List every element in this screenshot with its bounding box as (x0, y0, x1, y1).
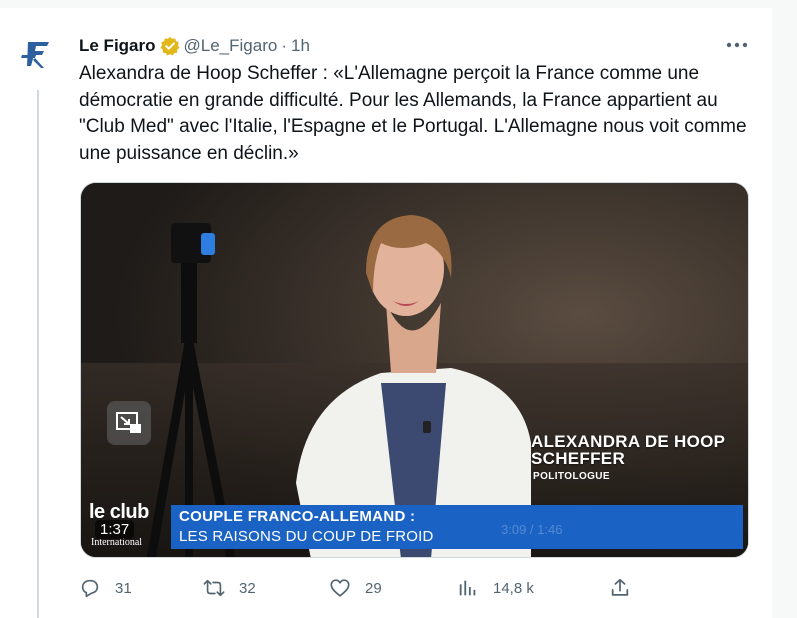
tweet-actions: 31 32 29 14,8 k (79, 576, 639, 600)
like-button[interactable]: 29 (329, 576, 382, 600)
gold-verified-badge-icon[interactable] (160, 36, 180, 56)
guest-role-caption: POLITOLOGUE (533, 471, 610, 482)
separator-dot: · (281, 36, 287, 55)
views-count: 14,8 k (493, 579, 534, 597)
more-options-button[interactable] (724, 34, 750, 56)
reply-count: 31 (115, 579, 132, 597)
picture-in-picture-button[interactable] (107, 401, 151, 445)
video-player[interactable]: ALEXANDRA DE HOOP SCHEFFER POLITOLOGUE C… (80, 182, 749, 558)
player-controls-text: 3:09 / 1:46 (501, 522, 563, 537)
like-count: 29 (365, 579, 382, 597)
banner-subtitle: LES RAISONS DU COUP DE FROID (179, 528, 434, 545)
retweet-count: 32 (239, 579, 256, 597)
tweet-text: Alexandra de Hoop Scheffer : «L'Allemagn… (79, 63, 747, 164)
video-banner: COUPLE FRANCO-ALLEMAND : LES RAISONS DU … (171, 505, 743, 549)
author-handle[interactable]: @Le_Figaro (184, 36, 278, 56)
guest-name-line1: ALEXANDRA DE HOOP (531, 432, 726, 451)
guest-name-caption: ALEXANDRA DE HOOP SCHEFFER (531, 433, 725, 467)
guest-name-line2: SCHEFFER (531, 449, 626, 468)
video-duration-badge: 1:37 (95, 520, 135, 539)
tweet-header: Le Figaro @Le_Figaro · 1h (79, 36, 310, 56)
retweet-button[interactable]: 32 (203, 576, 256, 600)
views-button[interactable]: 14,8 k (457, 576, 534, 600)
thread-line (37, 90, 39, 618)
more-icon (726, 42, 748, 48)
avatar[interactable] (16, 32, 60, 76)
heart-icon (330, 579, 350, 597)
retweet-icon (203, 579, 225, 597)
views-chart-icon (459, 580, 476, 596)
tweet-time[interactable]: 1h (291, 36, 310, 56)
tweet-card[interactable]: Le Figaro @Le_Figaro · 1h Alexandra de H… (0, 8, 772, 618)
share-icon (611, 578, 629, 596)
le-figaro-logo-icon (16, 32, 60, 76)
share-button[interactable] (609, 576, 631, 600)
reply-button[interactable]: 31 (79, 576, 132, 600)
author-name[interactable]: Le Figaro (79, 36, 156, 56)
banner-title: COUPLE FRANCO-ALLEMAND : (179, 508, 416, 525)
reply-icon (81, 579, 99, 598)
picture-in-picture-icon (116, 412, 141, 433)
video-frame (81, 183, 748, 557)
